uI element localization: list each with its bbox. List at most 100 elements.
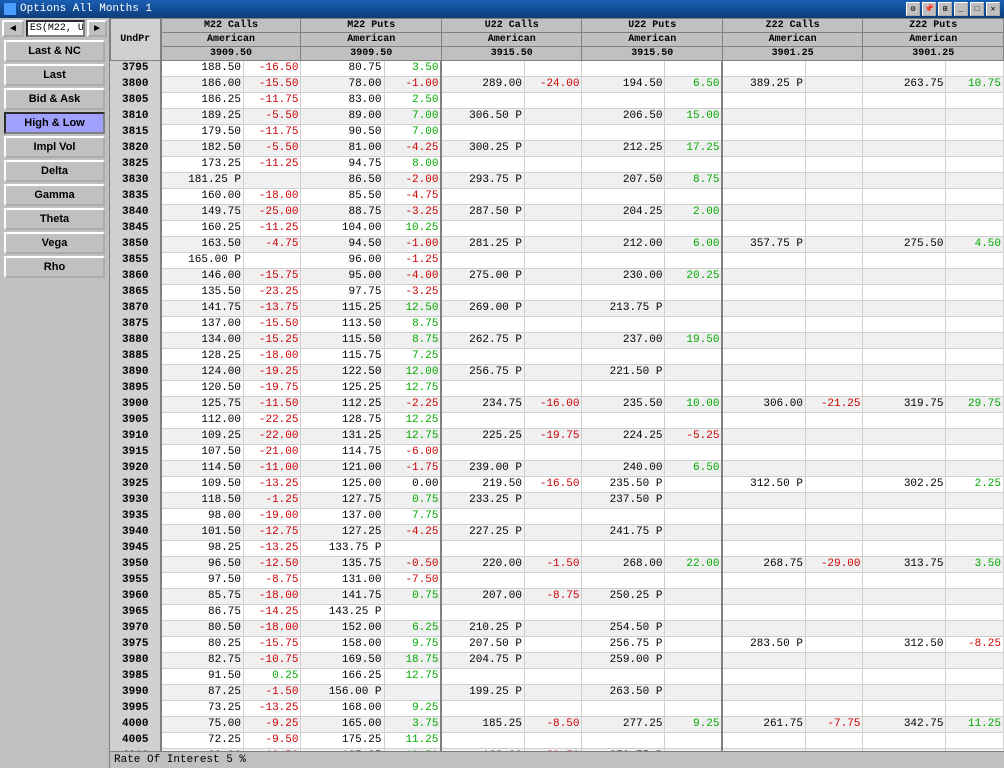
m22p-val: 166.25 — [301, 669, 384, 685]
strike-cell: 3945 — [111, 541, 161, 557]
detach-btn[interactable]: ⊞ — [938, 2, 952, 16]
m22p-val: 125.25 — [301, 381, 384, 397]
table-row: 3875137.00-15.50113.508.75 — [111, 317, 1004, 333]
m22c-chg: -12.75 — [244, 525, 301, 541]
z22p-val — [863, 701, 946, 717]
m22p-chg: -0.50 — [384, 557, 441, 573]
z22c-val — [722, 493, 805, 509]
z22p-val — [863, 205, 946, 221]
maximize-btn[interactable]: □ — [970, 2, 984, 16]
z22p-val — [863, 525, 946, 541]
z22p-chg: 3.50 — [946, 557, 1004, 573]
u22c-val: 220.00 — [441, 557, 524, 573]
minimize-btn[interactable]: _ — [954, 2, 968, 16]
u22p-val: 254.50 P — [582, 621, 665, 637]
u22p-val — [582, 349, 665, 365]
m22p-chg: 12.00 — [384, 365, 441, 381]
z22p-chg — [946, 733, 1004, 749]
z22p-chg — [946, 285, 1004, 301]
u22c-val — [441, 61, 524, 77]
m22c-chg: -23.25 — [244, 285, 301, 301]
u22c-val — [441, 573, 524, 589]
rho-button[interactable]: Rho — [4, 256, 105, 278]
table-row: 3855165.00 P96.00-1.25 — [111, 253, 1004, 269]
u22c-chg — [524, 509, 581, 525]
strike-cell: 3995 — [111, 701, 161, 717]
settings-btn[interactable]: ⚙ — [906, 2, 920, 16]
m22p-chg: 8.75 — [384, 317, 441, 333]
m22p-val: 131.25 — [301, 429, 384, 445]
prev-btn[interactable]: ◄ — [2, 20, 24, 37]
z22c-val — [722, 269, 805, 285]
m22c-val: 120.50 — [161, 381, 244, 397]
m22c-chg: -9.50 — [244, 733, 301, 749]
m22p-chg: -1.25 — [384, 253, 441, 269]
z22c-val — [722, 461, 805, 477]
last-nc-button[interactable]: Last & NC — [4, 40, 105, 62]
m22c-chg: -4.75 — [244, 237, 301, 253]
u22p-chg — [665, 301, 722, 317]
z22p-val — [863, 605, 946, 621]
z22c-chg: -7.75 — [805, 717, 862, 733]
z22c-val — [722, 157, 805, 173]
z22c-val — [722, 413, 805, 429]
u22c-val: 239.00 P — [441, 461, 524, 477]
m22p-val: 122.50 — [301, 365, 384, 381]
bid-ask-button[interactable]: Bid & Ask — [4, 88, 105, 110]
m22p-val: 133.75 P — [301, 541, 384, 557]
vega-button[interactable]: Vega — [4, 232, 105, 254]
m22p-val: 128.75 — [301, 413, 384, 429]
m22c-val: 137.00 — [161, 317, 244, 333]
z22c-chg — [805, 189, 862, 205]
u22p-chg — [665, 477, 722, 493]
u22c-val — [441, 701, 524, 717]
options-table-container[interactable]: UndPr M22 Calls M22 Puts U22 Calls U22 P… — [110, 18, 1004, 751]
strike-cell: 3960 — [111, 589, 161, 605]
z22p-chg — [946, 509, 1004, 525]
pin-btn[interactable]: 📌 — [922, 2, 936, 16]
u22p-chg — [665, 381, 722, 397]
z22c-val — [722, 573, 805, 589]
m22p-val: 95.00 — [301, 269, 384, 285]
table-row: 395096.50-12.50135.75-0.50220.00-1.50268… — [111, 557, 1004, 573]
u22p-val — [582, 157, 665, 173]
z22c-val — [722, 621, 805, 637]
z22p-chg — [946, 333, 1004, 349]
z22-calls-header: Z22 Calls — [722, 19, 862, 33]
m22c-chg: -13.25 — [244, 541, 301, 557]
u22c-price: 3915.50 — [441, 47, 581, 61]
z22p-val — [863, 493, 946, 509]
u22c-chg — [524, 349, 581, 365]
u22c-val: 306.50 P — [441, 109, 524, 125]
table-row: 3810189.25-5.5089.007.00306.50 P206.5015… — [111, 109, 1004, 125]
next-btn[interactable]: ► — [87, 20, 107, 37]
z22p-val: 312.50 — [863, 637, 946, 653]
table-row: 3920114.50-11.00121.00-1.75239.00 P240.0… — [111, 461, 1004, 477]
z22c-chg — [805, 93, 862, 109]
gamma-button[interactable]: Gamma — [4, 184, 105, 206]
z22c-chg: -29.00 — [805, 557, 862, 573]
z22p-sub: American — [863, 33, 1004, 47]
z22c-chg — [805, 317, 862, 333]
z22p-val — [863, 541, 946, 557]
z22c-val — [722, 541, 805, 557]
close-btn[interactable]: ✕ — [986, 2, 1000, 16]
m22c-val: 109.25 — [161, 429, 244, 445]
m22p-val: 152.00 — [301, 621, 384, 637]
m22-calls-header: M22 Calls — [161, 19, 301, 33]
high-low-button[interactable]: High & Low — [4, 112, 105, 134]
delta-button[interactable]: Delta — [4, 160, 105, 182]
m22p-val: 169.50 — [301, 653, 384, 669]
z22p-val — [863, 285, 946, 301]
m22p-chg: 0.00 — [384, 477, 441, 493]
last-button[interactable]: Last — [4, 64, 105, 86]
theta-button[interactable]: Theta — [4, 208, 105, 230]
impl-vol-button[interactable]: Impl Vol — [4, 136, 105, 158]
u22c-chg — [524, 685, 581, 701]
u22p-chg: 17.25 — [665, 141, 722, 157]
u22c-chg — [524, 173, 581, 189]
m22c-chg: -15.75 — [244, 637, 301, 653]
z22c-chg — [805, 733, 862, 749]
z22p-chg — [946, 253, 1004, 269]
z22p-chg — [946, 125, 1004, 141]
